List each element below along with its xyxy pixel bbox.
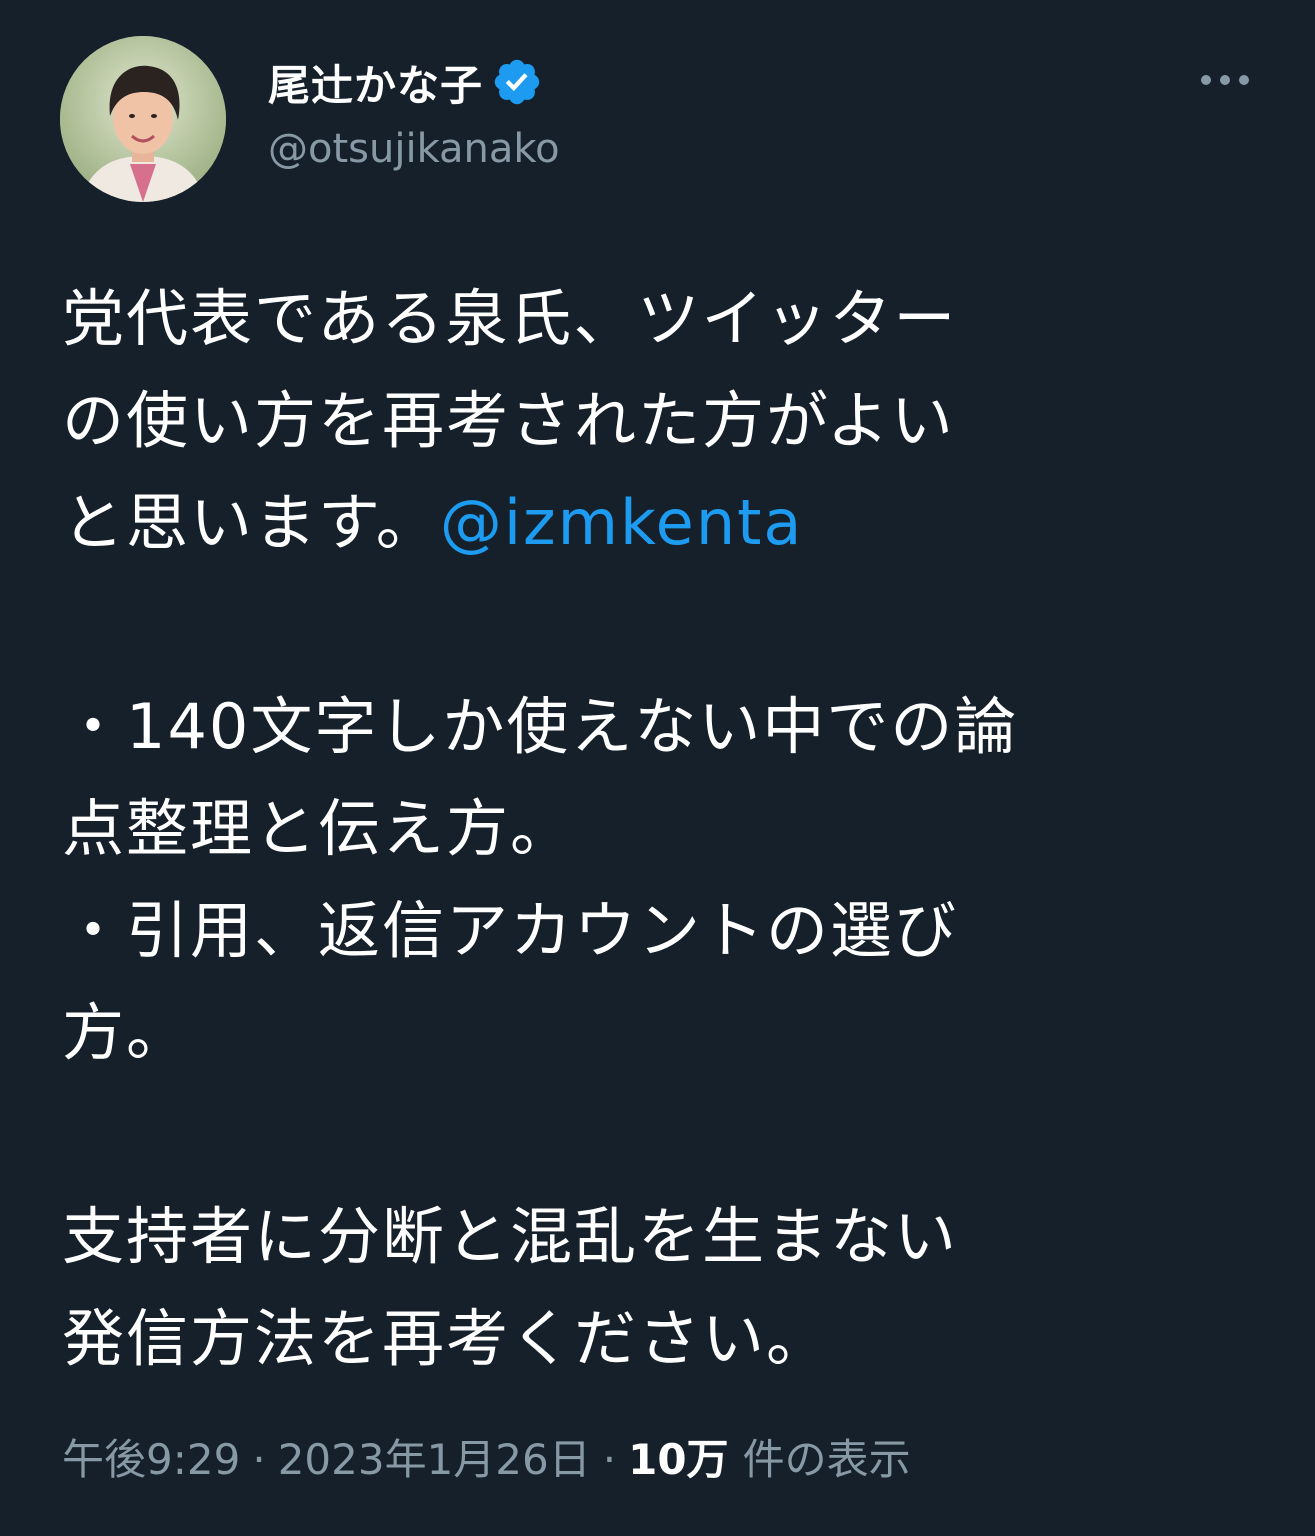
tweet-text: 党代表である泉氏、ツイッター の使い方を再考された方がよい と思います。@izm… — [62, 268, 1262, 1390]
profile-photo — [60, 36, 226, 202]
tweet-line: 発信方法を再考ください。 — [62, 1302, 831, 1375]
tweet-line: の使い方を再考された方がよい — [62, 384, 955, 457]
author-handle[interactable]: @otsujikanako — [268, 126, 560, 172]
author-name-row: 尾辻かな子 — [268, 54, 543, 110]
more-horizontal-icon[interactable] — [1196, 62, 1254, 98]
tweet-line: ・140文字しか使えない中での論 — [62, 690, 1019, 763]
tweet-line: 方。 — [62, 996, 191, 1069]
tweet-meta: 午後9:29 · 2023年1月26日 · 10万 件の表示 — [62, 1430, 911, 1490]
meta-separator: · — [602, 1435, 617, 1484]
tweet-line: 点整理と伝え方。 — [62, 792, 575, 865]
tweet-line: ・引用、返信アカウントの選び — [62, 894, 959, 967]
views-count[interactable]: 10万 — [628, 1430, 728, 1490]
mention-link[interactable]: @izmkenta — [440, 486, 804, 559]
author-display-name[interactable]: 尾辻かな子 — [268, 52, 483, 113]
tweet-date[interactable]: 2023年1月26日 — [278, 1430, 591, 1490]
views-label: 件の表示 — [742, 1435, 911, 1484]
tweet-time[interactable]: 午後9:29 — [62, 1430, 240, 1490]
tweet-line: 党代表である泉氏、ツイッター — [62, 282, 958, 355]
tweet-card: 尾辻かな子 @otsujikanako 党代表である泉氏、ツイッター の使い方を… — [0, 0, 1315, 1536]
verified-badge-icon — [491, 56, 543, 108]
tweet-line: と思います。@izmkenta — [62, 472, 1262, 574]
tweet-line: 支持者に分断と混乱を生まない — [62, 1200, 959, 1273]
meta-separator: · — [252, 1435, 266, 1484]
avatar[interactable] — [60, 36, 226, 202]
tweet-line-text: と思います。 — [62, 486, 440, 559]
